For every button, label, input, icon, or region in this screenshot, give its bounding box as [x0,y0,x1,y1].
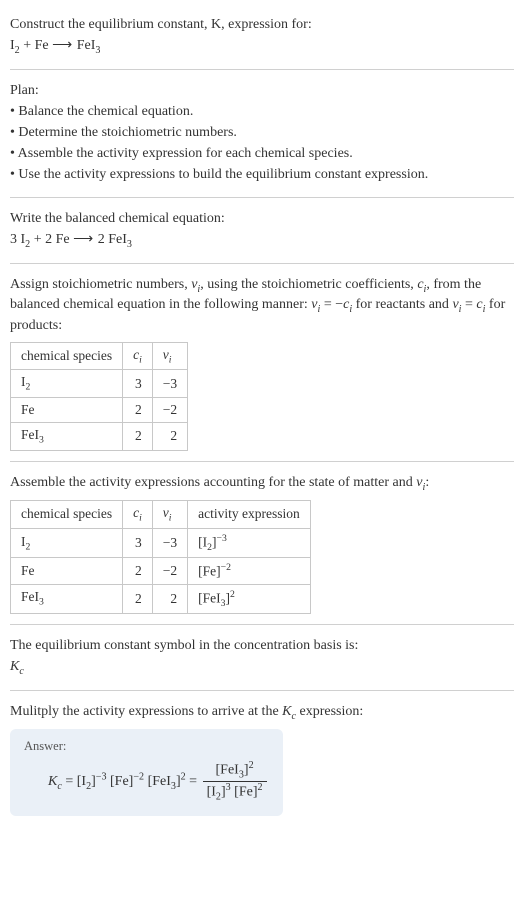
cell-species: FeI3 [11,584,123,613]
cell-activity: [FeI3]2 [188,584,311,613]
col-vi: νi [152,342,187,370]
cell-activity: [I2]−3 [188,528,311,557]
cell-vi: 2 [152,584,187,613]
intro-prompt: Construct the equilibrium constant, K, e… [10,16,514,35]
activity-text: Assemble the activity expressions accoun… [10,474,514,494]
cell-ci: 3 [123,370,153,398]
col-activity: activity expression [188,501,311,529]
table-row: Fe 2 −2 [Fe]−2 [11,558,311,585]
col-species: chemical species [11,501,123,529]
col-ci: ci [123,342,153,370]
col-vi: νi [152,501,187,529]
cell-vi: −2 [152,558,187,585]
cell-vi: 2 [152,423,187,451]
balanced-heading: Write the balanced chemical equation: [10,210,514,229]
col-species: chemical species [11,342,123,370]
cell-species: FeI3 [11,423,123,451]
plan-item: • Use the activity expressions to build … [10,166,514,185]
cell-activity: [Fe]−2 [188,558,311,585]
col-ci: ci [123,501,153,529]
answer-expression: Kc = [I2]−3 [Fe]−2 [FeI3]2 = [FeI3]2[I2]… [24,760,269,802]
balanced-section: Write the balanced chemical equation: 3 … [10,202,514,264]
table-header-row: chemical species ci νi [11,342,188,370]
answer-box: Answer: Kc = [I2]−3 [Fe]−2 [FeI3]2 = [Fe… [10,729,283,816]
intro-section: Construct the equilibrium constant, K, e… [10,8,514,70]
multiply-text: Mulitply the activity expressions to arr… [10,703,514,723]
cell-species: Fe [11,558,123,585]
stoich-table: chemical species ci νi I2 3 −3 Fe 2 −2 F… [10,342,188,451]
plan-item: • Balance the chemical equation. [10,103,514,122]
fraction-numerator: [FeI3]2 [203,760,267,780]
fraction-denominator: [I2]3 [Fe]2 [203,781,267,802]
table-header-row: chemical species ci νi activity expressi… [11,501,311,529]
cell-ci: 2 [123,398,153,423]
cell-ci: 2 [123,584,153,613]
symbol-expr: Kc [10,658,514,678]
cell-vi: −3 [152,528,187,557]
plan-heading: Plan: [10,82,514,101]
plan-section: Plan: • Balance the chemical equation. •… [10,74,514,197]
table-row: FeI3 2 2 [11,423,188,451]
answer-label: Answer: [24,739,269,754]
plan-item: • Assemble the activity expression for e… [10,145,514,164]
cell-ci: 2 [123,423,153,451]
plan-item: • Determine the stoichiometric numbers. [10,124,514,143]
table-row: I2 3 −3 [11,370,188,398]
activity-section: Assemble the activity expressions accoun… [10,466,514,625]
table-row: Fe 2 −2 [11,398,188,423]
cell-vi: −2 [152,398,187,423]
assign-text: Assign stoichiometric numbers, νi, using… [10,276,514,336]
symbol-section: The equilibrium constant symbol in the c… [10,629,514,691]
table-row: FeI3 2 2 [FeI3]2 [11,584,311,613]
cell-species: I2 [11,370,123,398]
cell-ci: 2 [123,558,153,585]
cell-vi: −3 [152,370,187,398]
cell-species: Fe [11,398,123,423]
answer-lhs: Kc = [I2]−3 [Fe]−2 [FeI3]2 = [48,774,201,789]
cell-species: I2 [11,528,123,557]
activity-table: chemical species ci νi activity expressi… [10,500,311,614]
cell-ci: 3 [123,528,153,557]
symbol-text: The equilibrium constant symbol in the c… [10,637,514,656]
balanced-equation: 3 I2 + 2 Fe ⟶ 2 FeI3 [10,231,514,251]
table-row: I2 3 −3 [I2]−3 [11,528,311,557]
intro-equation: I2 + Fe ⟶ FeI3 [10,37,514,57]
assign-section: Assign stoichiometric numbers, νi, using… [10,268,514,462]
multiply-section: Mulitply the activity expressions to arr… [10,695,514,818]
answer-fraction: [FeI3]2[I2]3 [Fe]2 [203,760,267,802]
